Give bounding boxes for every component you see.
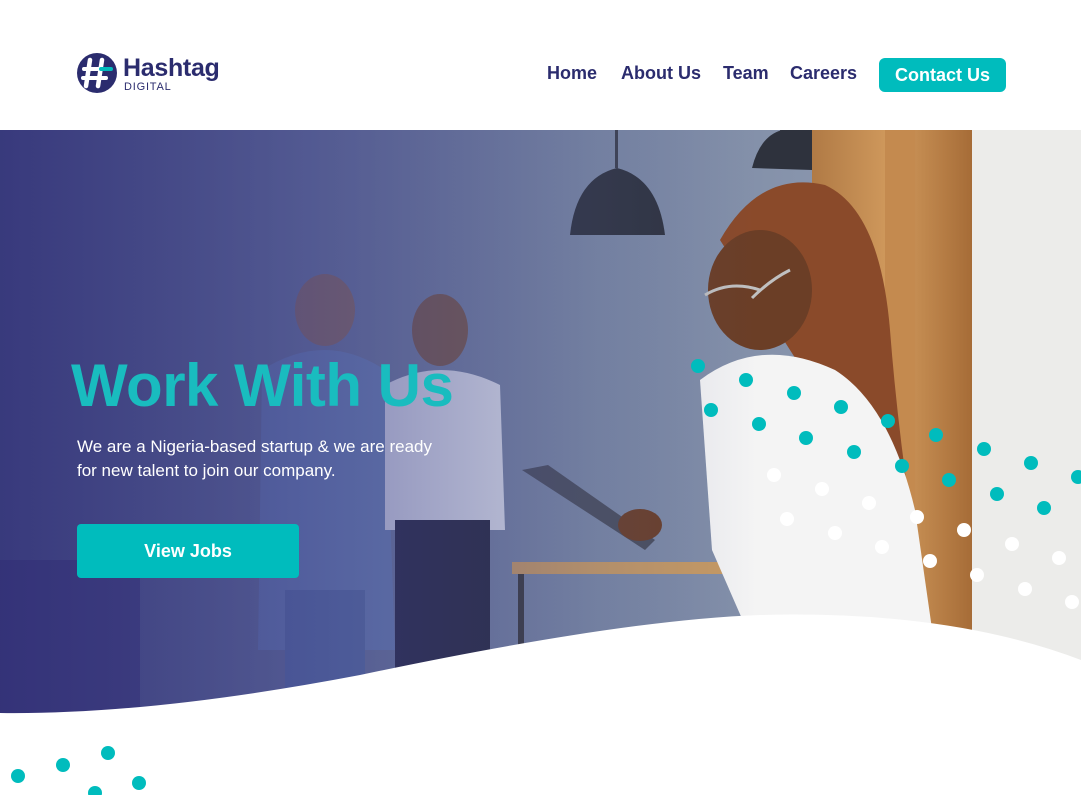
nav-careers[interactable]: Careers — [790, 63, 857, 84]
hashtag-logo-icon — [77, 53, 117, 93]
contact-us-button[interactable]: Contact Us — [879, 58, 1006, 92]
brand-subtitle: DIGITAL — [124, 81, 172, 93]
brand-name: Hashtag — [123, 54, 220, 82]
hero-section: Work With Us We are a Nigeria-based star… — [0, 130, 1081, 730]
nav-about-us[interactable]: About Us — [621, 63, 701, 84]
nav-home[interactable]: Home — [547, 63, 597, 84]
site-header: Hashtag DIGITAL Home About Us Team Caree… — [0, 0, 1081, 130]
hero-wave-divider — [0, 614, 1081, 730]
nav-team[interactable]: Team — [723, 63, 769, 84]
brand-logo[interactable]: Hashtag DIGITAL — [76, 52, 226, 96]
